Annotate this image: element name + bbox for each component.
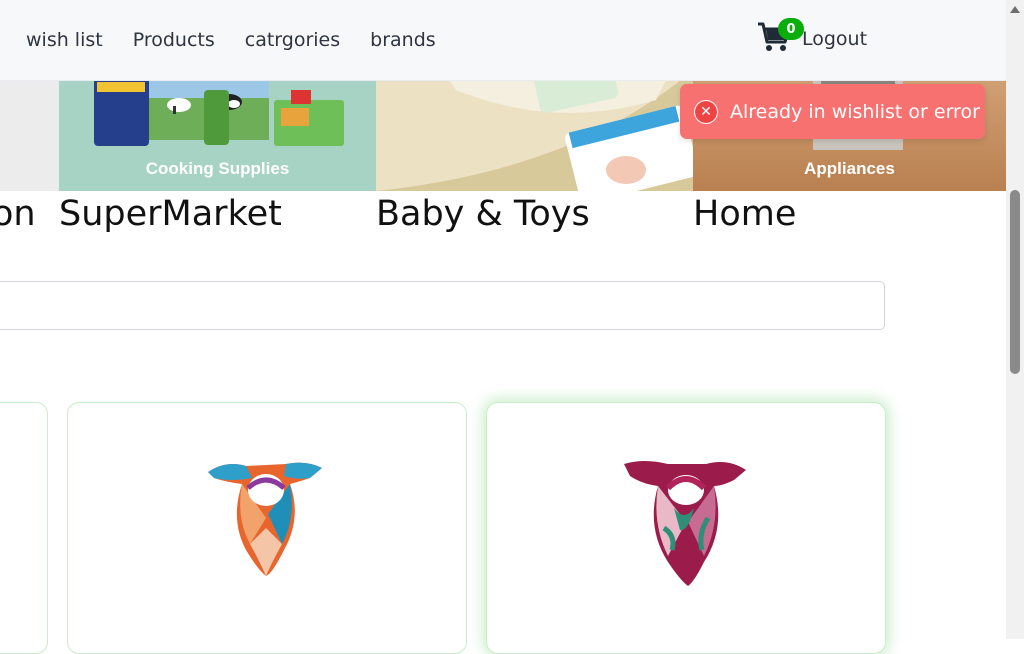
product-image-scarf xyxy=(624,461,746,586)
navbar: wish list Products catrgories brands 0 L… xyxy=(0,0,1006,81)
nav-link-wishlist[interactable]: wish list xyxy=(26,29,103,51)
slide-caption: Appliances xyxy=(804,159,895,178)
toast-message: Already in wishlist or error xyxy=(730,100,980,123)
product-card[interactable] xyxy=(67,402,467,654)
cart-button[interactable]: 0 xyxy=(757,18,804,58)
nav-link-brands[interactable]: brands xyxy=(370,29,436,51)
category-title-home[interactable]: Home xyxy=(693,194,796,234)
product-image-scarf xyxy=(208,462,322,576)
error-x-icon: ✕ xyxy=(694,99,718,124)
search-input[interactable] xyxy=(0,281,885,330)
product-card[interactable] xyxy=(0,402,48,654)
category-title[interactable]: on xyxy=(0,194,36,234)
error-toast[interactable]: ✕ Already in wishlist or error xyxy=(680,84,985,139)
scroll-thumb[interactable] xyxy=(1010,190,1020,374)
page-scrollbar[interactable] xyxy=(1006,0,1024,639)
nav-link-products[interactable]: Products xyxy=(133,29,215,51)
logout-link[interactable]: Logout xyxy=(802,28,867,50)
scroll-up-arrow-icon[interactable] xyxy=(1010,6,1020,13)
category-title-supermarket[interactable]: SuperMarket xyxy=(59,194,282,234)
category-title-baby-toys[interactable]: Baby & Toys xyxy=(376,194,590,234)
nav-links: wish list Products catrgories brands xyxy=(26,0,466,80)
category-titles: on SuperMarket Baby & Toys Home xyxy=(0,194,1006,240)
slide-caption: Cooking Supplies xyxy=(145,159,290,178)
cart-count-badge: 0 xyxy=(778,18,804,40)
nav-link-categories[interactable]: catrgories xyxy=(245,29,340,51)
product-card[interactable] xyxy=(486,402,886,654)
